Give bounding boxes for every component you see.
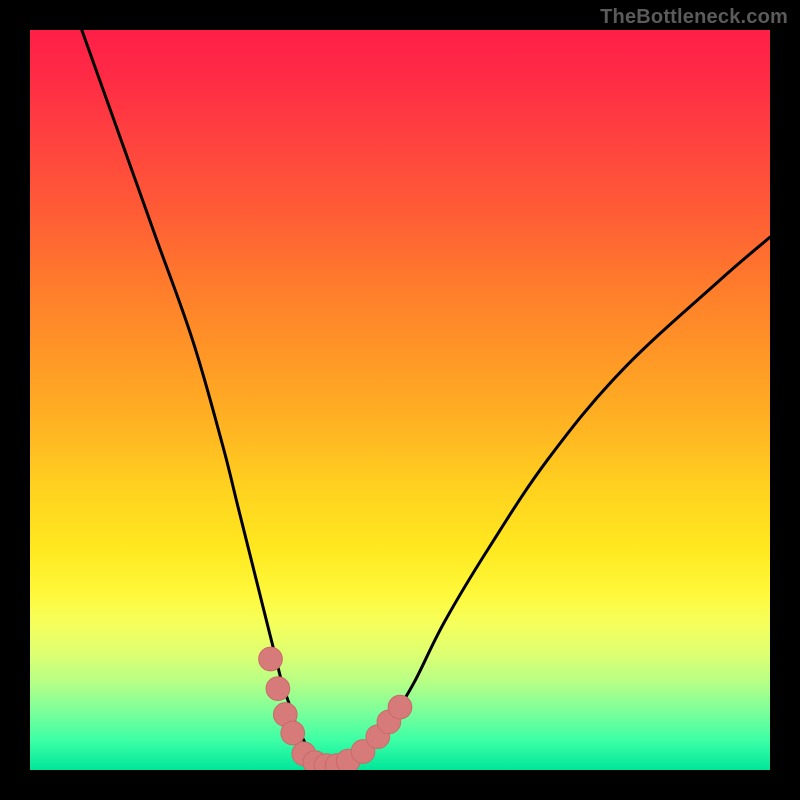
plot-area [30, 30, 770, 770]
chart-frame: TheBottleneck.com [0, 0, 800, 800]
curve-marker [259, 647, 283, 671]
watermark-text: TheBottleneck.com [600, 6, 788, 29]
bottleneck-curve [82, 30, 770, 767]
curve-marker [266, 677, 290, 701]
bottleneck-curve-svg [30, 30, 770, 770]
curve-marker [281, 721, 305, 745]
curve-marker [388, 695, 412, 719]
